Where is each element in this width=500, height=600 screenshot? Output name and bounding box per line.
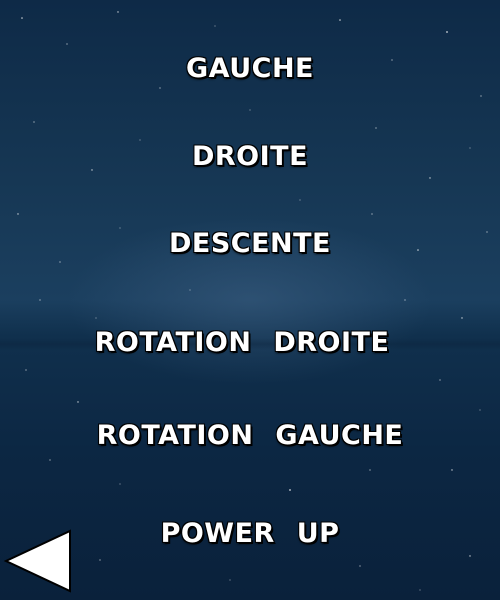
back-button[interactable] xyxy=(0,528,74,594)
menu-item-power-up[interactable]: POWER UP xyxy=(0,517,500,551)
menu-item-rotation-gauche[interactable]: ROTATION GAUCHE xyxy=(0,419,500,453)
menu-item-descente[interactable]: DESCENTE xyxy=(0,227,500,261)
menu-item-gauche[interactable]: GAUCHE xyxy=(0,52,500,86)
back-arrow-icon xyxy=(3,529,71,593)
menu-item-rotation-droite[interactable]: ROTATION DROITE xyxy=(0,326,492,360)
starfield-background xyxy=(17,11,488,591)
menu-item-droite[interactable]: DROITE xyxy=(0,140,500,174)
